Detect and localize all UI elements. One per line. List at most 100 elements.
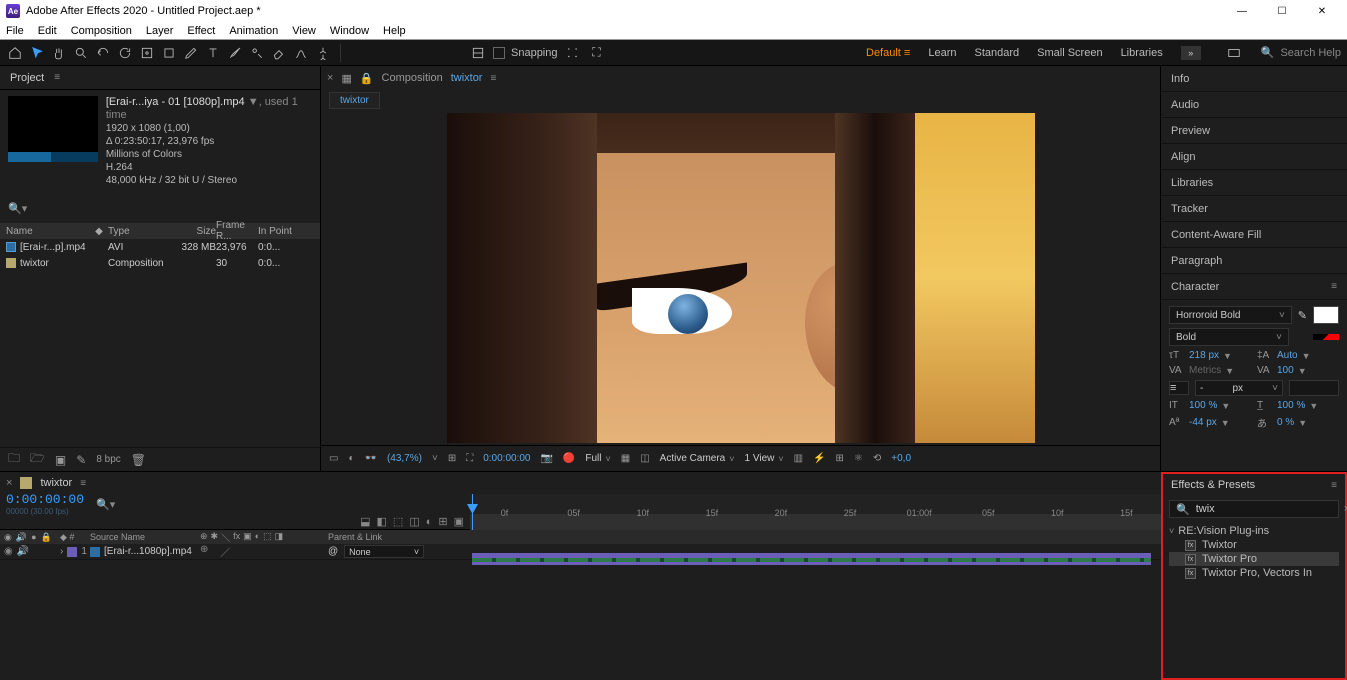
sync-settings-icon[interactable] [1225,44,1243,62]
project-panel-menu-icon[interactable]: ≡ [54,72,60,83]
snapping-checkbox[interactable] [493,47,505,59]
selection-tool-icon[interactable] [28,44,46,62]
3d-view-icon[interactable]: ◫ [640,453,649,464]
tracking-value[interactable]: 100 [1277,365,1294,376]
project-item-row[interactable]: [Erai-r...p].mp4 AVI 328 MB 23,976 0:0..… [0,239,320,255]
channel-icon[interactable]: 🔴 [563,453,575,464]
effects-panel-menu-icon[interactable]: ≡ [1331,480,1337,491]
font-weight-dropdown[interactable]: Bold [1169,328,1289,346]
workspace-small-screen[interactable]: Small Screen [1037,47,1102,59]
time-ruler[interactable]: 0f05f10f15f20f25f01:00f05f10f15f [470,494,1161,530]
font-family-dropdown[interactable]: Horroroid Bold [1169,306,1292,324]
resolution-icon[interactable]: ⊞ [448,453,456,464]
project-item-row[interactable]: twixtor Composition 30 0:0... [0,255,320,271]
color-depth-toggle[interactable]: 8 bpc [96,454,120,465]
project-tab[interactable]: Project [10,72,44,84]
comp-mini-flowchart-icon[interactable]: ⬓ [360,515,370,528]
flowchart-icon[interactable]: ⚛ [854,453,863,464]
effects-search-input[interactable]: 🔍 × [1169,500,1339,518]
panel-info[interactable]: Info [1161,66,1347,92]
brainstorm-icon[interactable]: ▣ [454,515,464,528]
workspace-libraries[interactable]: Libraries [1121,47,1163,59]
reset-exposure-icon[interactable]: ⟲ [873,453,881,464]
effects-panel-title[interactable]: Effects & Presets [1171,479,1255,491]
snapshot-icon[interactable]: 📷 [540,453,552,464]
menu-effect[interactable]: Effect [187,25,215,37]
motion-blur-icon[interactable]: ◐ [426,516,433,528]
project-search-input[interactable]: 🔍▾ [8,197,312,219]
mask-icon[interactable]: 👓 [365,453,377,464]
stroke-color-swatch[interactable] [1313,334,1339,340]
workspace-default[interactable]: Default ≡ [866,47,910,59]
parent-dropdown[interactable]: None [344,545,424,558]
window-maximize-button[interactable]: ☐ [1263,2,1301,20]
puppet-tool-icon[interactable] [314,44,332,62]
roto-tool-icon[interactable] [292,44,310,62]
transparency-grid-icon[interactable]: ▦ [621,453,630,464]
pen-tool-icon[interactable] [182,44,200,62]
magnification-icon[interactable]: ▭ [329,453,338,464]
panel-preview[interactable]: Preview [1161,118,1347,144]
close-tab-icon[interactable]: × [327,72,333,84]
clone-tool-icon[interactable] [248,44,266,62]
view-layout-dropdown[interactable]: 1 View [745,453,784,464]
rotate-tool-icon[interactable] [116,44,134,62]
orbit-tool-icon[interactable] [94,44,112,62]
close-timeline-tab-icon[interactable]: × [6,477,12,489]
stroke-over-fill-dropdown[interactable] [1289,380,1339,396]
fast-preview-icon[interactable]: ⚡ [813,453,825,464]
panel-tracker[interactable]: Tracker [1161,196,1347,222]
search-help-input[interactable]: Search Help [1280,47,1341,59]
alpha-icon[interactable]: ◐ [348,453,354,464]
flowchart-crumb[interactable]: twixtor [329,92,380,109]
frame-blend-icon[interactable]: ◫ [409,515,419,528]
hand-tool-icon[interactable] [50,44,68,62]
new-comp-icon[interactable]: ▣ [55,453,66,467]
new-folder-icon[interactable]: 🗁 [30,449,45,470]
audio-toggle-icon[interactable]: 🔊 [17,546,29,557]
interpret-footage-icon[interactable]: 🗀 [8,449,20,470]
zoom-tool-icon[interactable] [72,44,90,62]
menu-animation[interactable]: Animation [229,25,278,37]
panel-paragraph[interactable]: Paragraph [1161,248,1347,274]
eraser-tool-icon[interactable] [270,44,288,62]
composition-viewer[interactable] [321,110,1160,445]
effect-item[interactable]: fxTwixtor [1169,538,1339,552]
camera-dropdown[interactable]: Active Camera [660,453,735,464]
workspace-learn[interactable]: Learn [928,47,956,59]
effect-item[interactable]: fxTwixtor Pro [1169,552,1339,566]
pixel-aspect-icon[interactable]: ▥ [794,453,803,464]
window-close-button[interactable]: ✕ [1303,2,1341,20]
panel-align[interactable]: Align [1161,144,1347,170]
stroke-width-input[interactable]: px [1195,380,1283,396]
anchor-tool-icon[interactable] [138,44,156,62]
menu-help[interactable]: Help [383,25,406,37]
panel-audio[interactable]: Audio [1161,92,1347,118]
snap-opt1-icon[interactable]: ⸬ [564,44,582,62]
source-thumbnail[interactable] [8,96,98,162]
shy-icon[interactable]: ⬚ [393,515,403,528]
panel-content-aware-fill[interactable]: Content-Aware Fill [1161,222,1347,248]
lock-icon[interactable]: 🔒 [360,72,374,85]
layer-label-icon[interactable] [67,547,77,557]
menu-edit[interactable]: Edit [38,25,57,37]
workspace-standard[interactable]: Standard [974,47,1019,59]
brush-tool-icon[interactable] [226,44,244,62]
draft3d-icon[interactable]: ◧ [377,515,387,528]
project-settings-icon[interactable]: ✎ [76,453,86,467]
menu-layer[interactable]: Layer [146,25,174,37]
text-tool-icon[interactable] [204,44,222,62]
snap-mode-icon[interactable] [469,44,487,62]
effects-folder[interactable]: RE:Vision Plug-ins [1169,524,1339,538]
vertical-scale-value[interactable]: 100 % [1189,400,1217,411]
playhead-icon[interactable] [472,494,473,530]
home-icon[interactable] [6,44,24,62]
panel-character-header[interactable]: Character≡ [1161,274,1347,300]
timeline-button-icon[interactable]: ⊞ [836,453,844,464]
zoom-dropdown[interactable]: (43,7%) [387,453,422,464]
timeline-panel-menu-icon[interactable]: ≡ [80,478,86,489]
delete-icon[interactable]: 🗑 [131,453,146,467]
comp-tab-name[interactable]: twixtor [451,72,483,84]
window-minimize-button[interactable]: — [1223,2,1261,20]
graph-editor-icon[interactable]: ⊞ [438,515,447,528]
